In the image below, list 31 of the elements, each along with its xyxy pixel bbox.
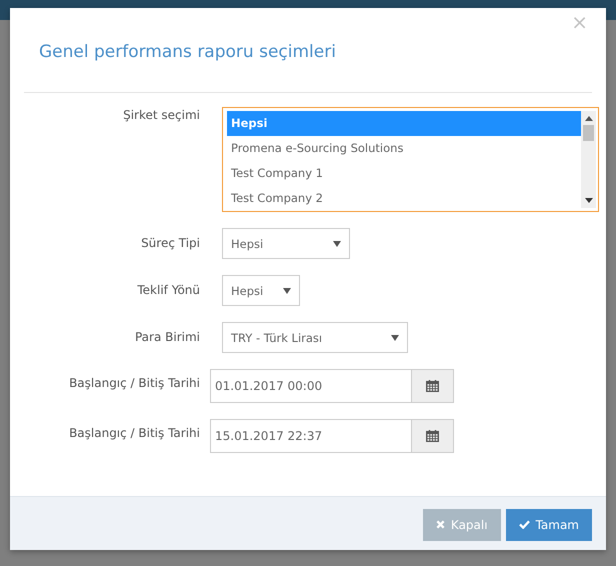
dropdown[interactable]: TRY - Türk Lirası xyxy=(222,322,408,353)
calendar-button[interactable] xyxy=(412,419,454,453)
dialog-title: Genel performans raporu seçimleri xyxy=(39,42,337,62)
field-label: Para Birimi xyxy=(134,329,200,344)
close-icon xyxy=(436,520,445,529)
list-option[interactable]: Test Company 2 xyxy=(227,186,581,211)
field-label: Teklif Yönü xyxy=(136,282,200,297)
field-label: Başlangıç / Bitiş Tarihi xyxy=(68,425,200,440)
caret-icon xyxy=(333,240,341,246)
calendar-icon xyxy=(426,380,439,392)
ok-button[interactable]: Tamam xyxy=(506,508,592,540)
field-label: Başlangıç / Bitiş Tarihi xyxy=(68,375,200,390)
date-input[interactable]: 15.01.2017 22:37 xyxy=(210,419,412,453)
check-icon xyxy=(518,520,530,529)
dropdown[interactable]: Hepsi xyxy=(222,228,350,259)
scrollbar[interactable] xyxy=(581,111,596,208)
company-listbox[interactable]: Hepsi Promena e-Sourcing Solutions Test Company 1 Test Company 2 xyxy=(222,107,599,212)
list-option[interactable]: Promena e-Sourcing Solutions xyxy=(227,136,581,161)
calendar-button[interactable] xyxy=(412,369,454,403)
caret-icon xyxy=(283,288,291,294)
date-input[interactable]: 01.01.2017 00:00 xyxy=(210,369,412,403)
calendar-icon xyxy=(426,430,439,442)
scroll-down-icon[interactable] xyxy=(584,198,592,203)
field-label: Şirket seçimi xyxy=(122,107,200,122)
list-option[interactable]: Test Company 1 xyxy=(227,161,581,186)
dropdown[interactable]: Hepsi xyxy=(222,275,300,306)
scroll-thumb[interactable] xyxy=(583,125,594,141)
scroll-up-icon[interactable] xyxy=(584,116,592,121)
field-label: Süreç Tipi xyxy=(140,235,200,250)
list-option[interactable]: Hepsi xyxy=(227,111,581,136)
caret-icon xyxy=(391,334,399,340)
